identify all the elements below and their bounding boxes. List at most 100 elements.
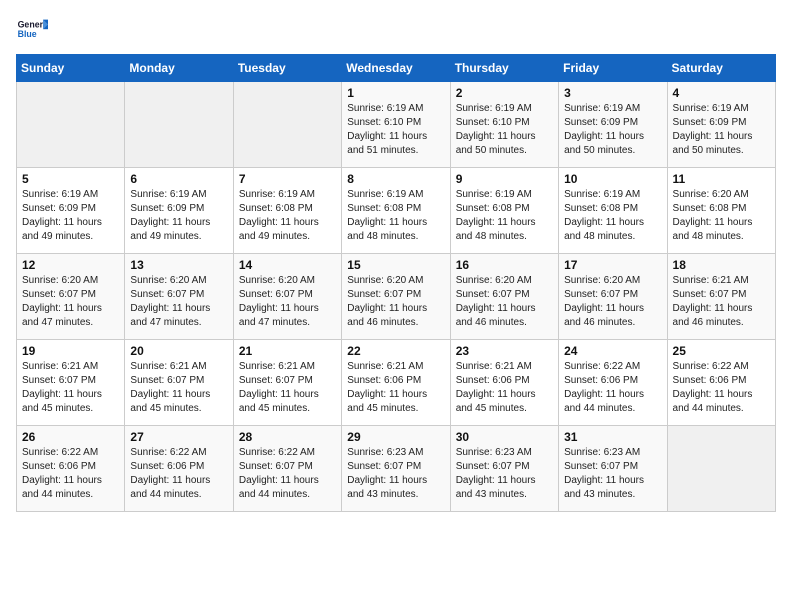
day-number: 22 xyxy=(347,344,444,358)
day-info: Sunrise: 6:19 AM Sunset: 6:09 PM Dayligh… xyxy=(22,188,119,244)
day-number: 20 xyxy=(130,344,227,358)
day-number: 26 xyxy=(22,430,119,444)
calendar-cell: 12 Sunrise: 6:20 AM Sunset: 6:07 PM Dayli… xyxy=(17,254,125,340)
day-number: 24 xyxy=(564,344,661,358)
calendar-cell: 9 Sunrise: 6:19 AM Sunset: 6:08 PM Daylig… xyxy=(450,168,558,254)
day-info: Sunrise: 6:20 AM Sunset: 6:08 PM Dayligh… xyxy=(673,188,770,244)
day-number: 1 xyxy=(347,86,444,100)
day-info: Sunrise: 6:21 AM Sunset: 6:07 PM Dayligh… xyxy=(130,360,227,416)
day-info: Sunrise: 6:21 AM Sunset: 6:06 PM Dayligh… xyxy=(456,360,553,416)
calendar-week-1: 1 Sunrise: 6:19 AM Sunset: 6:10 PM Daylig… xyxy=(17,82,776,168)
calendar-cell: 28 Sunrise: 6:22 AM Sunset: 6:07 PM Dayli… xyxy=(233,426,341,512)
calendar-cell: 14 Sunrise: 6:20 AM Sunset: 6:07 PM Dayli… xyxy=(233,254,341,340)
calendar-cell: 29 Sunrise: 6:23 AM Sunset: 6:07 PM Dayli… xyxy=(342,426,450,512)
day-info: Sunrise: 6:19 AM Sunset: 6:08 PM Dayligh… xyxy=(239,188,336,244)
calendar-cell: 16 Sunrise: 6:20 AM Sunset: 6:07 PM Dayli… xyxy=(450,254,558,340)
day-number: 5 xyxy=(22,172,119,186)
day-number: 19 xyxy=(22,344,119,358)
header-day-wednesday: Wednesday xyxy=(342,55,450,82)
day-info: Sunrise: 6:22 AM Sunset: 6:06 PM Dayligh… xyxy=(22,446,119,502)
calendar-cell xyxy=(233,82,341,168)
calendar-cell: 24 Sunrise: 6:22 AM Sunset: 6:06 PM Dayli… xyxy=(559,340,667,426)
calendar-cell: 7 Sunrise: 6:19 AM Sunset: 6:08 PM Daylig… xyxy=(233,168,341,254)
day-number: 3 xyxy=(564,86,661,100)
day-number: 12 xyxy=(22,258,119,272)
day-number: 6 xyxy=(130,172,227,186)
day-number: 8 xyxy=(347,172,444,186)
day-number: 30 xyxy=(456,430,553,444)
day-info: Sunrise: 6:19 AM Sunset: 6:08 PM Dayligh… xyxy=(456,188,553,244)
day-number: 18 xyxy=(673,258,770,272)
day-info: Sunrise: 6:19 AM Sunset: 6:08 PM Dayligh… xyxy=(347,188,444,244)
day-info: Sunrise: 6:20 AM Sunset: 6:07 PM Dayligh… xyxy=(347,274,444,330)
day-number: 29 xyxy=(347,430,444,444)
day-info: Sunrise: 6:19 AM Sunset: 6:09 PM Dayligh… xyxy=(564,102,661,158)
calendar-cell: 25Sunrise: 6:22 AM Sunset: 6:06 PM Dayli… xyxy=(667,340,775,426)
day-number: 21 xyxy=(239,344,336,358)
calendar-cell: 4 Sunrise: 6:19 AM Sunset: 6:09 PM Daylig… xyxy=(667,82,775,168)
day-number: 4 xyxy=(673,86,770,100)
day-number: 11 xyxy=(673,172,770,186)
header-day-monday: Monday xyxy=(125,55,233,82)
day-number: 16 xyxy=(456,258,553,272)
calendar-week-2: 5 Sunrise: 6:19 AM Sunset: 6:09 PM Daylig… xyxy=(17,168,776,254)
day-number: 7 xyxy=(239,172,336,186)
day-number: 23 xyxy=(456,344,553,358)
day-info: Sunrise: 6:22 AM Sunset: 6:06 PM Dayligh… xyxy=(130,446,227,502)
calendar-cell: 23 Sunrise: 6:21 AM Sunset: 6:06 PM Dayli… xyxy=(450,340,558,426)
day-info: Sunrise: 6:20 AM Sunset: 6:07 PM Dayligh… xyxy=(456,274,553,330)
day-info: Sunrise: 6:20 AM Sunset: 6:07 PM Dayligh… xyxy=(239,274,336,330)
day-info: Sunrise: 6:22 AM Sunset: 6:07 PM Dayligh… xyxy=(239,446,336,502)
day-number: 13 xyxy=(130,258,227,272)
calendar-cell: 27Sunrise: 6:22 AM Sunset: 6:06 PM Dayli… xyxy=(125,426,233,512)
calendar-cell xyxy=(125,82,233,168)
calendar-cell: 31Sunrise: 6:23 AM Sunset: 6:07 PM Dayli… xyxy=(559,426,667,512)
calendar-table: SundayMondayTuesdayWednesdayThursdayFrid… xyxy=(16,54,776,512)
day-number: 25 xyxy=(673,344,770,358)
day-info: Sunrise: 6:22 AM Sunset: 6:06 PM Dayligh… xyxy=(564,360,661,416)
calendar-cell: 19 Sunrise: 6:21 AM Sunset: 6:07 PM Dayli… xyxy=(17,340,125,426)
day-info: Sunrise: 6:21 AM Sunset: 6:07 PM Dayligh… xyxy=(239,360,336,416)
day-info: Sunrise: 6:20 AM Sunset: 6:07 PM Dayligh… xyxy=(22,274,119,330)
calendar-cell xyxy=(17,82,125,168)
day-number: 17 xyxy=(564,258,661,272)
calendar-cell: 6 Sunrise: 6:19 AM Sunset: 6:09 PM Daylig… xyxy=(125,168,233,254)
header-day-tuesday: Tuesday xyxy=(233,55,341,82)
logo: General Blue xyxy=(16,16,48,44)
page-header: General Blue xyxy=(16,16,776,44)
header-day-saturday: Saturday xyxy=(667,55,775,82)
logo-icon: General Blue xyxy=(16,16,48,44)
calendar-cell: 26 Sunrise: 6:22 AM Sunset: 6:06 PM Dayli… xyxy=(17,426,125,512)
calendar-cell: 21 Sunrise: 6:21 AM Sunset: 6:07 PM Dayli… xyxy=(233,340,341,426)
day-info: Sunrise: 6:21 AM Sunset: 6:06 PM Dayligh… xyxy=(347,360,444,416)
calendar-cell: 20 Sunrise: 6:21 AM Sunset: 6:07 PM Dayli… xyxy=(125,340,233,426)
day-info: Sunrise: 6:19 AM Sunset: 6:09 PM Dayligh… xyxy=(673,102,770,158)
day-number: 15 xyxy=(347,258,444,272)
day-info: Sunrise: 6:20 AM Sunset: 6:07 PM Dayligh… xyxy=(564,274,661,330)
calendar-cell xyxy=(667,426,775,512)
day-info: Sunrise: 6:19 AM Sunset: 6:08 PM Dayligh… xyxy=(564,188,661,244)
day-info: Sunrise: 6:21 AM Sunset: 6:07 PM Dayligh… xyxy=(22,360,119,416)
day-info: Sunrise: 6:23 AM Sunset: 6:07 PM Dayligh… xyxy=(456,446,553,502)
calendar-week-4: 19 Sunrise: 6:21 AM Sunset: 6:07 PM Dayli… xyxy=(17,340,776,426)
day-info: Sunrise: 6:23 AM Sunset: 6:07 PM Dayligh… xyxy=(347,446,444,502)
header-day-thursday: Thursday xyxy=(450,55,558,82)
day-info: Sunrise: 6:19 AM Sunset: 6:10 PM Dayligh… xyxy=(456,102,553,158)
calendar-cell: 22 Sunrise: 6:21 AM Sunset: 6:06 PM Dayli… xyxy=(342,340,450,426)
calendar-cell: 1 Sunrise: 6:19 AM Sunset: 6:10 PM Daylig… xyxy=(342,82,450,168)
day-info: Sunrise: 6:19 AM Sunset: 6:09 PM Dayligh… xyxy=(130,188,227,244)
day-number: 28 xyxy=(239,430,336,444)
header-row: SundayMondayTuesdayWednesdayThursdayFrid… xyxy=(17,55,776,82)
day-info: Sunrise: 6:19 AM Sunset: 6:10 PM Dayligh… xyxy=(347,102,444,158)
calendar-week-5: 26 Sunrise: 6:22 AM Sunset: 6:06 PM Dayli… xyxy=(17,426,776,512)
calendar-week-3: 12 Sunrise: 6:20 AM Sunset: 6:07 PM Dayli… xyxy=(17,254,776,340)
calendar-cell: 13 Sunrise: 6:20 AM Sunset: 6:07 PM Dayli… xyxy=(125,254,233,340)
day-number: 14 xyxy=(239,258,336,272)
calendar-cell: 5 Sunrise: 6:19 AM Sunset: 6:09 PM Daylig… xyxy=(17,168,125,254)
calendar-cell: 2Sunrise: 6:19 AM Sunset: 6:10 PM Daylig… xyxy=(450,82,558,168)
calendar-body: 1 Sunrise: 6:19 AM Sunset: 6:10 PM Daylig… xyxy=(17,82,776,512)
day-number: 9 xyxy=(456,172,553,186)
calendar-cell: 30 Sunrise: 6:23 AM Sunset: 6:07 PM Dayli… xyxy=(450,426,558,512)
calendar-cell: 17 Sunrise: 6:20 AM Sunset: 6:07 PM Dayli… xyxy=(559,254,667,340)
day-info: Sunrise: 6:20 AM Sunset: 6:07 PM Dayligh… xyxy=(130,274,227,330)
